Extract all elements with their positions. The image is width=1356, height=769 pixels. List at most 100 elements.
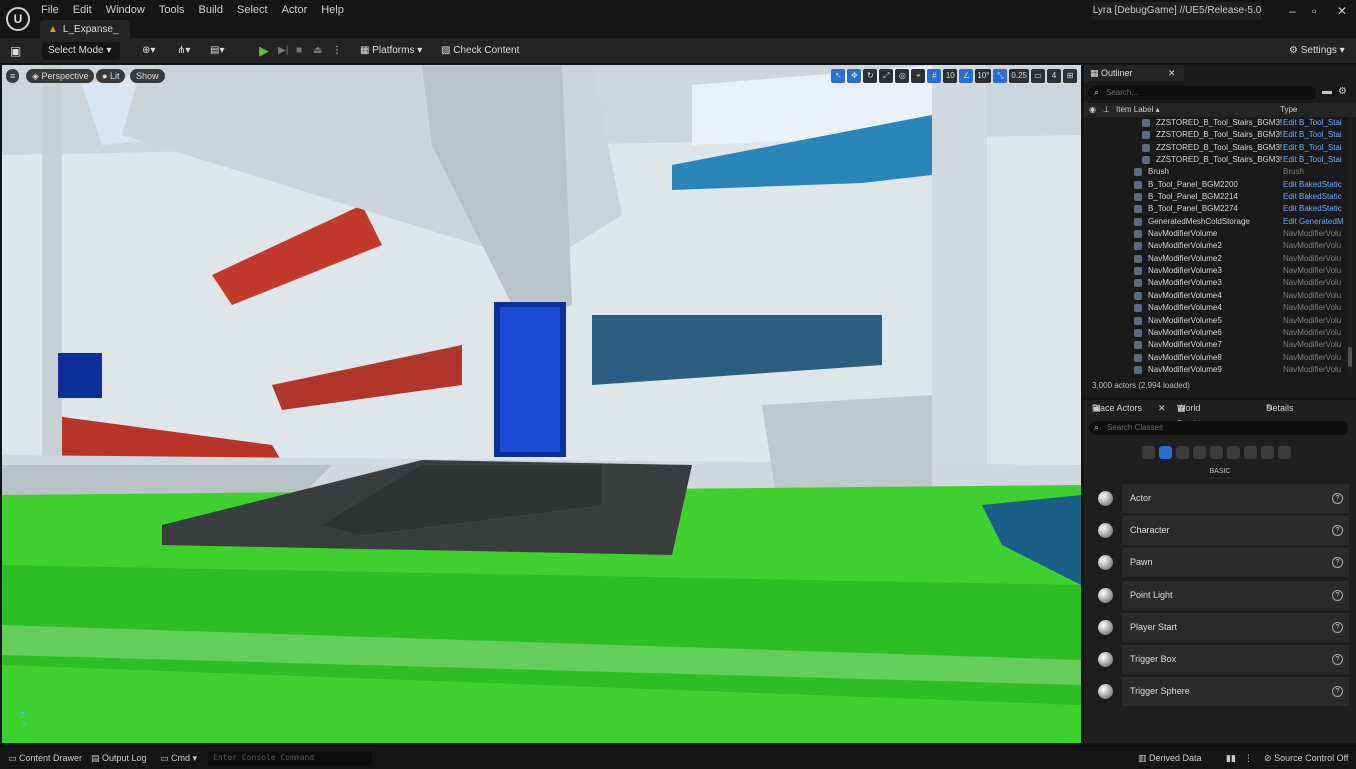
scrollbar-thumb[interactable]: [1348, 347, 1352, 367]
outliner-row[interactable]: ZZSTORED_B_Tool_Stairs_BGM3! Edit B_Tool_…: [1084, 154, 1348, 166]
scale-snap-icon[interactable]: ⤡: [993, 69, 1008, 83]
chart-icon[interactable]: ▮▮: [1226, 751, 1236, 765]
geometry-icon[interactable]: [1244, 446, 1257, 459]
place-actors-close-icon[interactable]: ✕: [1158, 400, 1166, 416]
stop-icon[interactable]: ■: [296, 42, 302, 60]
outliner-row[interactable]: NavModifierVolume4 NavModifierVolu: [1084, 302, 1348, 314]
outliner-row[interactable]: NavModifierVolume8 NavModifierVolu: [1084, 352, 1348, 364]
outliner-row-type[interactable]: Edit B_Tool_Stai: [1283, 142, 1345, 154]
select-mode-button[interactable]: Select Mode ▾: [42, 42, 120, 60]
outliner-tab[interactable]: ▦ Outliner ✕: [1084, 65, 1184, 81]
grid-snap-icon[interactable]: #: [927, 69, 942, 83]
maximize-icon[interactable]: ▫: [1312, 4, 1316, 18]
basic-icon[interactable]: [1159, 446, 1172, 459]
item-label-column[interactable]: Item Label ▴: [1116, 103, 1160, 117]
rotation-snap-icon[interactable]: ∠: [959, 69, 974, 83]
outliner-row[interactable]: ZZSTORED_B_Tool_Stairs_BGM3! Edit B_Tool_…: [1084, 142, 1348, 154]
scale-tool-icon[interactable]: ⤢: [879, 69, 894, 83]
search-classes-input[interactable]: Search Classes: [1089, 421, 1348, 435]
outliner-row[interactable]: NavModifierVolume NavModifierVolu: [1084, 228, 1348, 240]
level-tab[interactable]: ▲ L_Expanse_: [40, 20, 130, 38]
eject-icon[interactable]: ⏏: [313, 42, 322, 60]
outliner-row[interactable]: NavModifierVolume5 NavModifierVolu: [1084, 315, 1348, 327]
maximize-viewport-icon[interactable]: ⊞: [1063, 69, 1077, 83]
recent-icon[interactable]: [1142, 446, 1155, 459]
lights-icon[interactable]: [1176, 446, 1189, 459]
lit-button[interactable]: ● Lit: [96, 69, 126, 83]
source-control-button[interactable]: ⊘ Source Control Off: [1264, 751, 1348, 765]
actor-item[interactable]: Trigger Box?: [1089, 644, 1349, 674]
menu-help[interactable]: Help: [321, 4, 344, 16]
camera-speed-value[interactable]: 4: [1047, 69, 1061, 83]
outliner-close-icon[interactable]: ✕: [1168, 65, 1176, 81]
outliner-row-type[interactable]: Edit BakedStatic: [1283, 191, 1345, 203]
pin-icon[interactable]: ⊥: [1103, 103, 1110, 117]
show-button[interactable]: Show: [130, 69, 165, 83]
outliner-row[interactable]: NavModifierVolume2 NavModifierVolu: [1084, 253, 1348, 265]
help-icon[interactable]: ?: [1332, 653, 1343, 665]
outliner-row[interactable]: Brush Brush: [1084, 166, 1348, 178]
actor-item[interactable]: Trigger Sphere?: [1089, 677, 1349, 707]
play-icon[interactable]: ▶: [259, 42, 269, 60]
visibility-icon[interactable]: ◉: [1089, 103, 1096, 117]
outliner-row-type[interactable]: Edit BakedStatic: [1283, 203, 1345, 215]
actor-item[interactable]: Pawn?: [1089, 548, 1349, 578]
menu-file[interactable]: File: [41, 4, 59, 16]
actor-item[interactable]: Actor?: [1089, 484, 1349, 513]
select-tool-icon[interactable]: ↖: [831, 69, 846, 83]
outliner-row[interactable]: NavModifierVolume3 NavModifierVolu: [1084, 277, 1348, 289]
outliner-row-type[interactable]: Edit BakedStatic: [1283, 179, 1345, 191]
outliner-row-type[interactable]: Edit B_Tool_Stai: [1283, 129, 1345, 141]
help-icon[interactable]: ?: [1332, 557, 1343, 569]
menu-edit[interactable]: Edit: [73, 4, 92, 16]
help-icon[interactable]: ?: [1332, 525, 1343, 537]
menu-actor[interactable]: Actor: [282, 4, 308, 16]
rotate-tool-icon[interactable]: ↻: [863, 69, 878, 83]
outliner-row-type[interactable]: Edit B_Tool_Stai: [1283, 117, 1345, 129]
outliner-row[interactable]: ZZSTORED_B_Tool_Stairs_BGM3! Edit B_Tool_…: [1084, 129, 1348, 141]
actor-item[interactable]: Player Start?: [1089, 612, 1349, 642]
outliner-search-input[interactable]: Search...: [1088, 86, 1316, 100]
all-classes-icon[interactable]: [1278, 446, 1291, 459]
outliner-row[interactable]: NavModifierVolume4 NavModifierVolu: [1084, 290, 1348, 302]
blueprints-icon[interactable]: ⋔▾: [177, 42, 190, 60]
outliner-settings-icon[interactable]: ⚙: [1338, 86, 1347, 97]
outliner-row[interactable]: B_Tool_Panel_BGM2274 Edit BakedStatic: [1084, 203, 1348, 215]
help-icon[interactable]: ?: [1332, 493, 1343, 504]
menu-window[interactable]: Window: [106, 4, 145, 16]
outliner-row[interactable]: NavModifierVolume7 NavModifierVolu: [1084, 339, 1348, 351]
type-column[interactable]: Type: [1280, 103, 1297, 117]
camera-speed-icon[interactable]: ▭: [1031, 69, 1045, 83]
outliner-row[interactable]: GeneratedMeshColdStorage Edit GeneratedM: [1084, 216, 1348, 228]
platforms-button[interactable]: ▦ Platforms ▾: [360, 42, 422, 60]
output-log-button[interactable]: ▤ Output Log: [91, 751, 147, 765]
world-space-icon[interactable]: ◎: [895, 69, 910, 83]
rotation-snap-value[interactable]: 10°: [975, 69, 992, 83]
help-icon[interactable]: ?: [1332, 589, 1343, 601]
outliner-row[interactable]: ZZSTORED_B_Tool_Stairs_BGM3! Edit B_Tool_…: [1084, 117, 1348, 129]
menu-tools[interactable]: Tools: [159, 4, 185, 16]
console-input[interactable]: Enter Console Command: [208, 751, 372, 765]
help-icon[interactable]: ?: [1332, 686, 1343, 698]
translate-tool-icon[interactable]: ✥: [847, 69, 862, 83]
outliner-row-type[interactable]: Edit GeneratedM: [1283, 216, 1345, 228]
outliner-row-type[interactable]: Edit B_Tool_Stai: [1283, 154, 1345, 166]
actor-item[interactable]: Character?: [1089, 516, 1349, 546]
outliner-row[interactable]: NavModifierVolume2 NavModifierVolu: [1084, 240, 1348, 252]
viewport-menu-icon[interactable]: ≡: [6, 69, 20, 83]
scale-snap-value[interactable]: 0.25: [1009, 69, 1029, 83]
close-icon[interactable]: ✕: [1337, 4, 1347, 18]
outliner-row[interactable]: NavModifierVolume9 NavModifierVolu: [1084, 364, 1348, 375]
cinematics-icon[interactable]: ▤▾: [210, 42, 224, 60]
minimize-icon[interactable]: –: [1289, 4, 1296, 18]
more-options-icon[interactable]: ⋮: [332, 42, 342, 60]
outliner-row[interactable]: NavModifierVolume3 NavModifierVolu: [1084, 265, 1348, 277]
save-icon[interactable]: ▣: [10, 42, 21, 60]
cmd-button[interactable]: ▭ Cmd ▾: [160, 751, 197, 765]
grid-snap-value[interactable]: 10: [943, 69, 958, 83]
add-folder-icon[interactable]: ▬: [1322, 86, 1332, 97]
level-viewport[interactable]: ≡ ◈ Perspective ● Lit Show ↖ ✥ ↻ ⤢ ◎ ⌖ #…: [2, 65, 1081, 743]
cinematic-icon[interactable]: [1210, 446, 1223, 459]
menu-select[interactable]: Select: [237, 4, 268, 16]
menu-build[interactable]: Build: [199, 4, 223, 16]
